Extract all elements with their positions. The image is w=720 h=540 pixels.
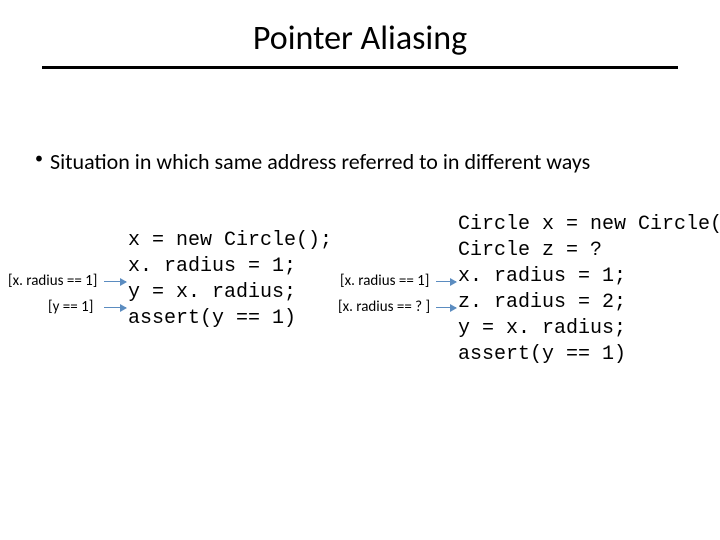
arrow-icon xyxy=(104,307,126,308)
slide-title: Pointer Aliasing xyxy=(0,18,720,59)
arrow-icon xyxy=(436,281,456,282)
annotation-right-2: [x. radius == ? ] xyxy=(338,298,430,316)
bullet-text: Situation in which same address referred… xyxy=(50,148,590,175)
arrow-icon xyxy=(436,307,456,308)
code-block-right: Circle x = new Circle(); Circle z = ? x.… xyxy=(458,212,720,368)
code-block-left: x = new Circle(); x. radius = 1; y = x. … xyxy=(128,228,332,332)
arrow-icon xyxy=(104,281,126,282)
annotation-right-1: [x. radius == 1] xyxy=(340,272,429,290)
bullet-marker: • xyxy=(28,148,50,170)
slide: Pointer Aliasing • Situation in which sa… xyxy=(0,0,720,540)
annotation-left-2: [y == 1] xyxy=(48,298,93,316)
bullet-item: • Situation in which same address referr… xyxy=(28,148,590,175)
title-rule xyxy=(42,66,678,69)
annotation-left-1: [x. radius == 1] xyxy=(8,272,97,290)
